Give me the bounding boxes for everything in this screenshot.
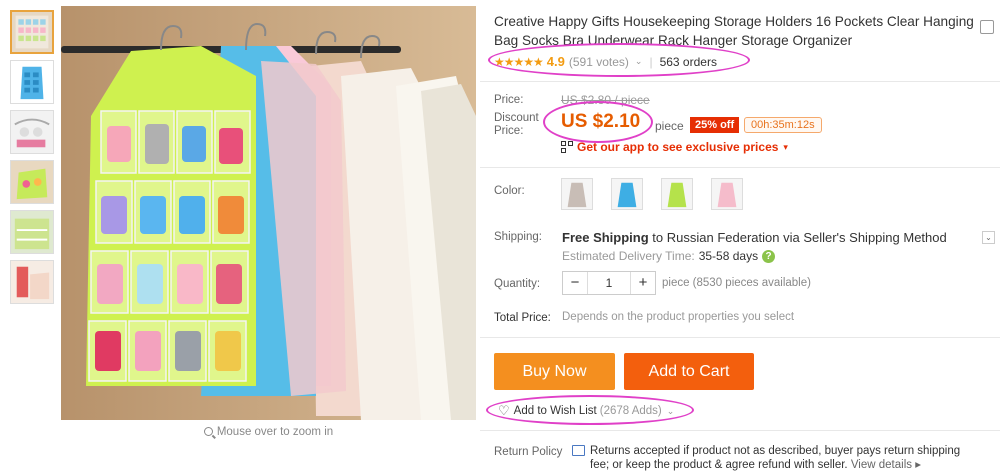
rating-value: 4.9 — [546, 54, 565, 69]
zoom-hint: Mouse over to zoom in — [61, 426, 476, 438]
thumbnail-1[interactable] — [10, 10, 54, 54]
share-icon[interactable] — [980, 20, 994, 34]
heart-icon: ♡ — [498, 403, 510, 418]
increment-button[interactable]: + — [631, 272, 655, 294]
chevron-down-icon[interactable]: ⌄ — [635, 56, 643, 67]
magnifier-icon — [203, 427, 213, 436]
view-details-link[interactable]: View details ▸ — [851, 459, 921, 471]
color-option-gray[interactable] — [561, 178, 593, 210]
decrement-button[interactable]: − — [563, 272, 587, 294]
quantity-label: Quantity: — [494, 278, 541, 290]
color-label: Color: — [494, 185, 525, 197]
shipping-method[interactable]: Free Shipping to Russian Federation via … — [562, 230, 947, 245]
product-main-image[interactable] — [61, 6, 476, 420]
thumbnail-6[interactable] — [10, 260, 54, 304]
help-icon[interactable]: ? — [762, 249, 776, 263]
thumbnail-list — [10, 10, 54, 310]
discount-price: US $2.10 — [561, 111, 641, 132]
price-unit: piece — [655, 119, 684, 133]
thumbnail-2[interactable] — [10, 60, 54, 104]
divider: | — [649, 54, 653, 69]
rating-row: ★★★★★ 4.9 (591 votes) ⌄ | 563 orders — [494, 54, 717, 69]
chevron-down-icon: ⌄ — [666, 405, 675, 416]
quantity-stepper: − 1 + — [562, 271, 656, 295]
quantity-input[interactable]: 1 — [587, 272, 631, 294]
shipping-label: Shipping: — [494, 231, 542, 243]
color-option-green[interactable] — [661, 178, 693, 210]
quantity-available: piece (8530 pieces available) — [662, 277, 811, 289]
delivery-estimate: Estimated Delivery Time: 35-58 days ? — [562, 249, 776, 263]
return-policy-label: Return Policy — [494, 446, 563, 458]
color-options — [561, 178, 761, 210]
add-to-cart-button[interactable]: Add to Cart — [624, 353, 754, 390]
orders-count: 563 orders — [659, 54, 717, 69]
product-info-panel: Creative Happy Gifts Housekeeping Storag… — [480, 0, 1000, 476]
countdown-timer: 00h:35m:12s — [744, 117, 822, 133]
color-option-blue[interactable] — [611, 178, 643, 210]
buy-now-button[interactable]: Buy Now — [494, 353, 615, 390]
votes-link[interactable]: (591 votes) — [569, 55, 629, 69]
divider — [480, 167, 1000, 168]
product-title: Creative Happy Gifts Housekeeping Storag… — [494, 14, 974, 48]
add-to-wishlist-link[interactable]: ♡ Add to Wish List (2678 Adds) ⌄ — [498, 403, 674, 419]
return-policy-text: Returns accepted if product not as descr… — [590, 445, 961, 471]
discount-price-label: Discount Price: — [494, 112, 539, 137]
thumbnail-4[interactable] — [10, 160, 54, 204]
divider — [480, 337, 1000, 338]
divider — [480, 81, 1000, 82]
thumbnail-5[interactable] — [10, 210, 54, 254]
thumbnail-3[interactable] — [10, 110, 54, 154]
price-label: Price: — [494, 94, 524, 106]
chevron-down-icon: ▾ — [783, 141, 788, 152]
app-promo-link[interactable]: Get our app to see exclusive prices ▾ — [561, 140, 788, 154]
original-price: US $2.80 / piece — [561, 93, 650, 107]
chevron-down-icon[interactable]: ⌄ — [982, 231, 995, 244]
calendar-icon — [572, 445, 585, 456]
rating-stars: ★★★★★ — [494, 54, 544, 69]
discount-badge: 25% off — [690, 117, 740, 133]
color-option-pink[interactable] — [711, 178, 743, 210]
divider — [480, 430, 1000, 431]
qr-code-icon — [561, 141, 573, 153]
total-price-value: Depends on the product properties you se… — [562, 311, 795, 323]
total-price-label: Total Price: — [494, 312, 551, 324]
